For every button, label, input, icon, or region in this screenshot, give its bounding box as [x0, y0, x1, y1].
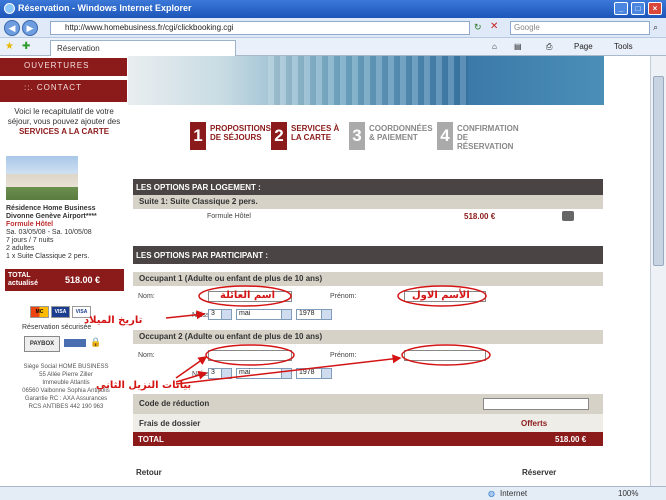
globe-icon: ◍ [488, 489, 495, 498]
feeds-icon[interactable]: ▤ [514, 42, 522, 51]
zone-label: Internet [500, 489, 528, 498]
search-icon[interactable]: ⌕ [653, 22, 658, 33]
ie-logo-icon [4, 3, 15, 14]
stop-icon[interactable]: ✕ [490, 21, 498, 32]
print-icon[interactable]: ⎙ [546, 42, 552, 52]
add-favorite-icon[interactable]: ✚ [22, 41, 30, 52]
annotation-first-name: الأسم الاول [412, 290, 470, 301]
back-icon[interactable]: ◀ [4, 20, 20, 36]
tab-reservation[interactable]: Réservation [50, 40, 236, 56]
annotation-last-name: اسم العائلة [220, 290, 276, 301]
tab-bar: ★ ✚ Réservation ⌂ ▤ ⎙ Page Tools [0, 38, 666, 56]
window-titlebar: Réservation - Windows Internet Explorer … [0, 0, 666, 18]
scrollbar-thumb[interactable] [653, 76, 664, 266]
status-bar: ◍ Internet 100% [0, 486, 666, 500]
minimize-button[interactable]: _ [614, 2, 628, 15]
url-input[interactable]: http://www.homebusiness.fr/cgi/clickbook… [50, 21, 470, 35]
page-menu[interactable]: Page [574, 42, 593, 51]
annotation-circle [205, 344, 295, 366]
close-button[interactable]: × [648, 2, 662, 15]
annotation-overlay [165, 285, 491, 385]
maximize-button[interactable]: □ [631, 2, 645, 15]
scrollbar[interactable] [650, 56, 666, 486]
refresh-icon[interactable]: ↻ [474, 22, 482, 33]
annotation-circle [401, 344, 491, 366]
tools-menu[interactable]: Tools [614, 42, 633, 51]
tab-label: Réservation [57, 44, 100, 53]
zoom-level[interactable]: 100% [618, 489, 638, 498]
address-bar: ◀ ▶ http://www.homebusiness.fr/cgi/click… [0, 18, 666, 38]
forward-icon[interactable]: ▶ [22, 20, 38, 36]
favorites-star-icon[interactable]: ★ [5, 41, 14, 52]
home-icon[interactable]: ⌂ [492, 42, 497, 51]
window-title: Réservation - Windows Internet Explorer [18, 3, 192, 13]
annotation-birth-date: تاريخ الميلاد [84, 315, 143, 326]
search-input[interactable]: Google [510, 21, 650, 35]
page-viewport: OUVERTURES ::. CONTACT Voici le recapitu… [0, 56, 666, 486]
annotation-second-guest: بيانات النزيل الثاني [96, 380, 192, 391]
